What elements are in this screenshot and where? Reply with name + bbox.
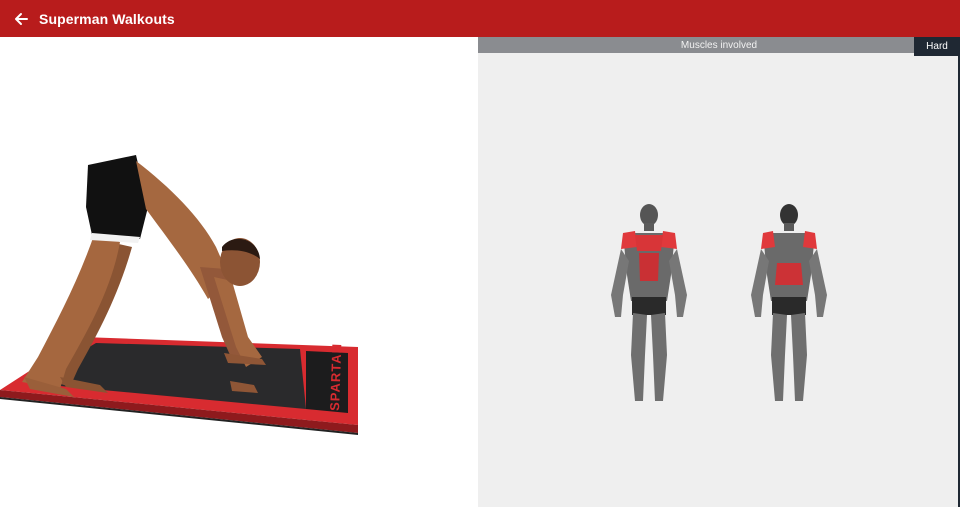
front-abs-highlight	[639, 253, 659, 281]
back-shoulders-highlight	[761, 231, 775, 249]
lower-back-highlight	[775, 263, 803, 285]
mat-brand-text: SPARTAN	[327, 343, 344, 411]
exercise-illustration: SPARTAN	[0, 155, 358, 435]
front-chest-highlight	[635, 235, 663, 251]
app-root: Superman Walkouts SPARTAN Muscles involv…	[0, 0, 960, 507]
back-button[interactable]	[11, 9, 31, 29]
body-front-figure	[611, 204, 687, 401]
arrow-left-icon	[15, 12, 28, 25]
body-back-figure	[751, 204, 827, 401]
page-title: Superman Walkouts	[39, 10, 175, 27]
muscles-panel: Muscles involved Hard	[478, 37, 960, 507]
muscle-diagram	[611, 204, 827, 401]
front-shoulders-highlight	[621, 231, 637, 249]
app-bar: Superman Walkouts	[0, 0, 960, 37]
exercise-animation: SPARTAN	[0, 37, 478, 507]
